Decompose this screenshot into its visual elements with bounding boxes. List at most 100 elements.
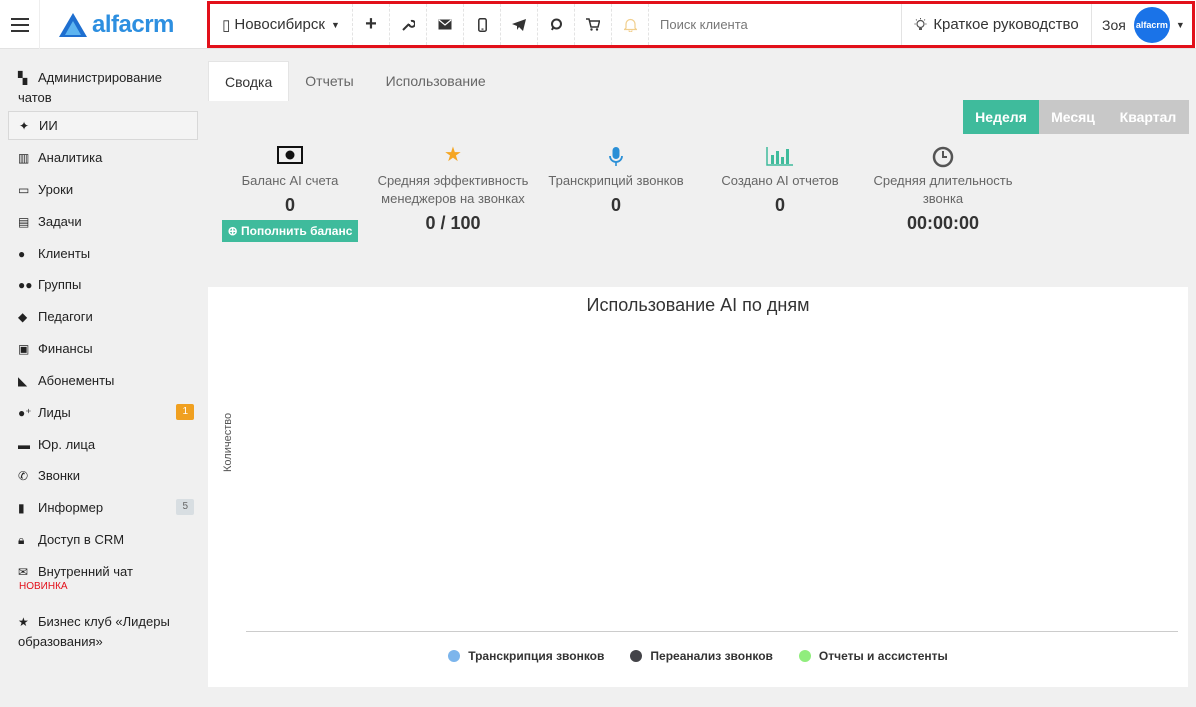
top-up-balance-button[interactable]: ⊕ Пополнить баланс bbox=[221, 220, 359, 242]
user-menu[interactable]: Зоя alfacrm ▼ bbox=[1092, 4, 1192, 45]
money-icon: ▣ bbox=[18, 342, 30, 356]
sidebar-item-label: Абонементы bbox=[38, 373, 115, 388]
user-icon: ● bbox=[18, 247, 26, 261]
efficiency-label: Средняя эффективность менеджеров на звон… bbox=[377, 173, 529, 206]
balance-label: Баланс AI счета bbox=[241, 173, 339, 188]
add-button[interactable]: + bbox=[353, 4, 390, 45]
star-icon: ★ bbox=[444, 144, 462, 166]
sidebar-item-label: Доступ в CRM bbox=[38, 532, 125, 547]
bell-icon bbox=[623, 18, 637, 32]
settings-button[interactable] bbox=[390, 4, 427, 45]
legend-item-reports-assistants[interactable]: Отчеты и ассистенты bbox=[798, 649, 948, 663]
sidebar-item-clients[interactable]: ● Клиенты bbox=[8, 242, 198, 266]
legend-dot bbox=[630, 650, 643, 662]
balance-value: 0 bbox=[284, 195, 295, 215]
sidebar-item-calls[interactable]: ✆ Звонки bbox=[8, 464, 198, 488]
graduation-cap-icon: ◆ bbox=[18, 310, 28, 324]
toolbar: ▯ Новосибирск ▼ + Краткое bbox=[207, 1, 1195, 48]
sidebar-item-groups[interactable]: ●● Группы bbox=[8, 273, 198, 297]
sidebar-item-informer[interactable]: ▮ Информер 5 bbox=[8, 496, 198, 520]
notifications-button[interactable] bbox=[612, 4, 649, 45]
chart-y-axis-label: Количество bbox=[222, 412, 234, 472]
menu-icon[interactable] bbox=[0, 0, 40, 49]
sidebar-item-label: Юр. лица bbox=[38, 437, 96, 452]
stat-efficiency: ★ Средняя эффективность менеджеров на зв… bbox=[373, 144, 533, 232]
sidebar-item-legal-entities[interactable]: ▬ Юр. лица bbox=[8, 433, 198, 457]
cart-icon bbox=[586, 18, 600, 31]
mail-button[interactable] bbox=[427, 4, 464, 45]
transcripts-value: 0 bbox=[610, 195, 621, 215]
user-plus-icon: ●⁺ bbox=[18, 406, 32, 420]
tab-summary[interactable]: Сводка bbox=[208, 61, 290, 101]
stat-duration: Средняя длительность звонка 00:00:00 bbox=[865, 146, 1021, 232]
sidebar-item-analytics[interactable]: ▥ Аналитика bbox=[8, 146, 198, 170]
duration-label: Средняя длительность звонка bbox=[873, 173, 1013, 206]
sidebar: ▚ Администрирование чатов ✦ ИИ ▥ Аналитика … bbox=[0, 49, 207, 707]
legend-dot bbox=[798, 650, 811, 662]
legend-item-transcription[interactable]: Транскрипция звонков bbox=[448, 649, 604, 663]
logo-mark-icon bbox=[59, 13, 87, 37]
period-week-button[interactable]: Неделя bbox=[963, 100, 1039, 134]
period-quarter-button[interactable]: Квартал bbox=[1107, 100, 1189, 134]
money-bill-icon bbox=[220, 146, 360, 170]
city-selector[interactable]: ▯ Новосибирск ▼ bbox=[210, 4, 353, 45]
sidebar-item-business-club[interactable]: ★ Бизнес клуб «Лидеры образования» bbox=[8, 610, 198, 654]
transcripts-label: Транскрипций звонков bbox=[548, 173, 684, 188]
chat-button[interactable] bbox=[538, 4, 575, 45]
sidebar-item-teachers[interactable]: ◆ Педагоги bbox=[8, 305, 198, 329]
phone-button[interactable] bbox=[464, 4, 501, 45]
sidebar-item-label: Педагоги bbox=[38, 309, 93, 324]
calendar-icon: ▭ bbox=[18, 183, 30, 197]
tab-usage[interactable]: Использование bbox=[370, 61, 502, 101]
briefcase-icon: ▬ bbox=[18, 438, 30, 452]
legend-item-reanalysis[interactable]: Переанализ звонков bbox=[630, 649, 773, 663]
telegram-button[interactable] bbox=[501, 4, 538, 45]
search-input[interactable] bbox=[660, 17, 900, 32]
avatar: alfacrm bbox=[1133, 6, 1170, 43]
sidebar-item-label: ИИ bbox=[39, 117, 58, 133]
legend-label: Транскрипция звонков bbox=[468, 649, 605, 663]
sidebar-item-chat-admin[interactable]: ▚ Администрирование чатов bbox=[8, 66, 198, 110]
logo-text: alfacrm bbox=[92, 11, 174, 38]
sidebar-item-label: Аналитика bbox=[38, 150, 103, 165]
sidebar-item-crm-access[interactable]: 🔒︎ Доступ в CRM bbox=[8, 528, 198, 552]
cart-button[interactable] bbox=[575, 4, 612, 45]
usage-chart: Использование AI по дням Количество Тран… bbox=[208, 287, 1188, 687]
stat-balance: Баланс AI счета 0 ⊕ Пополнить баланс bbox=[220, 146, 360, 242]
tab-reports[interactable]: Отчеты bbox=[289, 61, 369, 101]
quick-guide-button[interactable]: Краткое руководство bbox=[902, 4, 1092, 45]
stat-reports: Создано AI отчетов 0 bbox=[714, 146, 846, 214]
informer-count-badge: 5 bbox=[176, 499, 194, 515]
sidebar-item-ai[interactable]: ✦ ИИ bbox=[8, 111, 198, 140]
chevron-down-icon: ▼ bbox=[1175, 19, 1185, 30]
leads-count-badge: 1 bbox=[176, 404, 194, 420]
chart-x-axis bbox=[246, 631, 1178, 632]
sidebar-item-tasks[interactable]: ▤ Задачи bbox=[8, 210, 198, 234]
sidebar-item-label: Клиенты bbox=[38, 246, 91, 261]
sidebar-item-finance[interactable]: ▣ Финансы bbox=[8, 337, 198, 361]
sidebar-item-lessons[interactable]: ▭ Уроки bbox=[8, 178, 198, 202]
stat-transcripts: Транскрипций звонков 0 bbox=[538, 146, 694, 214]
chart-title: Использование AI по дням bbox=[586, 295, 810, 315]
sidebar-item-subscriptions[interactable]: ◣ Абонементы bbox=[8, 369, 198, 393]
phone-icon: ✆ bbox=[18, 469, 29, 483]
logo[interactable]: alfacrm bbox=[58, 11, 174, 39]
lock-icon: 🔒︎ bbox=[18, 533, 25, 547]
top-bar: alfacrm ▯ Новосибирск ▼ + Поиск клиента … bbox=[0, 0, 1196, 49]
period-month-button[interactable]: Месяц bbox=[1039, 100, 1107, 134]
plus-icon: + bbox=[365, 13, 377, 35]
sidebar-item-label: Звонки bbox=[38, 468, 80, 483]
book-icon: ▮ bbox=[18, 501, 25, 515]
duration-value: 00:00:00 bbox=[906, 213, 980, 233]
chart-legend: Транскрипция звонков Переанализ звонков … bbox=[208, 649, 1188, 663]
sidebar-item-label: Группы bbox=[38, 277, 82, 292]
clipboard-icon: ▤ bbox=[18, 215, 30, 229]
telegram-icon bbox=[512, 18, 526, 31]
sidebar-item-leads[interactable]: ●⁺ Лиды 1 bbox=[8, 401, 198, 425]
star-icon: ★ bbox=[18, 615, 29, 629]
new-tag: НОВИНКА bbox=[19, 581, 68, 592]
envelope-icon: ✉ bbox=[18, 565, 29, 579]
top-up-label: Пополнить баланс bbox=[241, 224, 353, 238]
microphone-icon bbox=[538, 146, 694, 170]
sidebar-item-label: Лиды bbox=[38, 405, 71, 420]
